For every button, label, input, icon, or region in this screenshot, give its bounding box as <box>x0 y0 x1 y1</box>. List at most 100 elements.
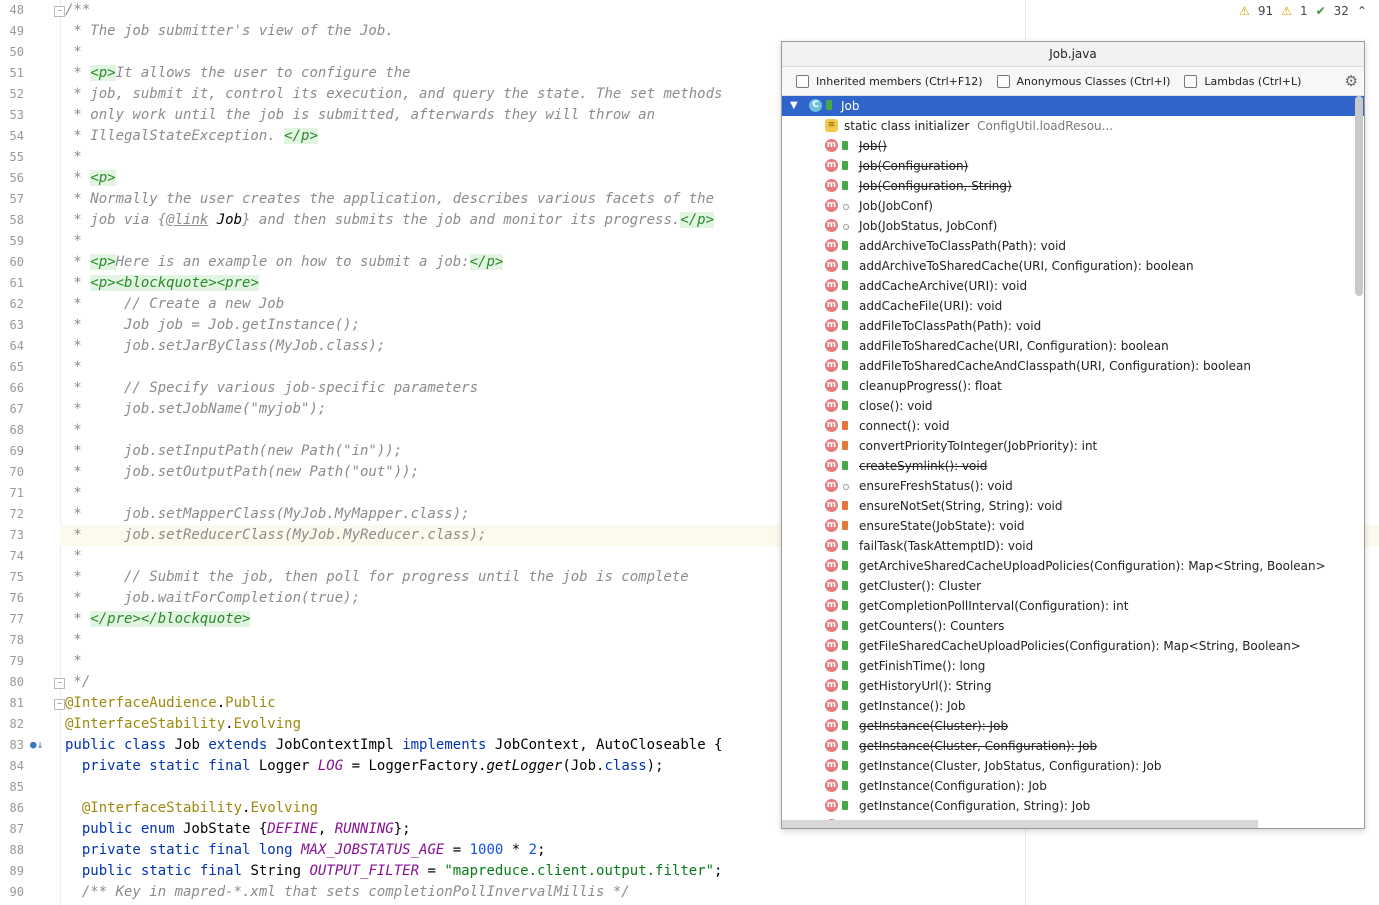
horizontal-scrollbar[interactable] <box>782 820 1258 828</box>
tree-item-method[interactable]: m Job(JobStatus, JobConf) <box>782 216 1364 236</box>
code-line[interactable]: * <box>65 231 81 252</box>
code-line[interactable]: * job.waitForCompletion(true); <box>65 588 360 609</box>
tree-item-method[interactable]: m Job(Configuration) <box>782 156 1364 176</box>
code-line[interactable]: * job.setMapperClass(MyJob.MyMapper.clas… <box>65 504 469 525</box>
tree-item-method[interactable]: m getInstance(Configuration, String): Job <box>782 796 1364 816</box>
tree-item-method[interactable]: m getFinishTime(): long <box>782 656 1364 676</box>
code-line[interactable]: public class Job extends JobContextImpl … <box>65 735 723 756</box>
tree-item-method[interactable]: m addArchiveToSharedCache(URI, Configurat… <box>782 256 1364 276</box>
tree-item-method[interactable]: m Job(Configuration, String) <box>782 176 1364 196</box>
code-line[interactable]: * <box>65 546 81 567</box>
tree-item-method[interactable]: m addFileToClassPath(Path): void <box>782 316 1364 336</box>
lambdas-checkbox[interactable]: Lambdas (Ctrl+L) <box>1184 74 1301 88</box>
tree-item-method[interactable]: m getCounters(): Counters <box>782 616 1364 636</box>
code-line[interactable]: * <box>65 42 81 63</box>
line-number: 53 <box>9 108 24 122</box>
tree-item-method[interactable]: m ensureState(JobState): void <box>782 516 1364 536</box>
code-line[interactable]: public enum JobState {DEFINE, RUNNING}; <box>65 819 411 840</box>
tree-item-method[interactable]: m convertPriorityToInteger(JobPriority): … <box>782 436 1364 456</box>
tree-item-method[interactable]: m getInstance(): Job <box>782 696 1364 716</box>
tree-item-method[interactable]: m ensureNotSet(String, String): void <box>782 496 1364 516</box>
gear-icon[interactable]: ⚙ <box>1345 72 1358 90</box>
code-line[interactable]: * // Specify various job-specific parame… <box>65 378 478 399</box>
fold-marker-icon[interactable]: − <box>54 6 65 17</box>
code-line[interactable]: * job.setJarByClass(MyJob.class); <box>65 336 385 357</box>
tree-item-method[interactable]: m close(): void <box>782 396 1364 416</box>
code-line[interactable]: * job.setReducerClass(MyJob.MyReducer.cl… <box>65 525 486 546</box>
tree-item-method[interactable]: m addCacheFile(URI): void <box>782 296 1364 316</box>
code-line[interactable]: */ <box>65 672 90 693</box>
tree-item-method[interactable]: m ensureFreshStatus(): void <box>782 476 1364 496</box>
tree-root-class[interactable]: ▼ C Job <box>782 96 1364 116</box>
tree-item-method[interactable]: m createSymlink(): void <box>782 456 1364 476</box>
tree-item-method[interactable]: m getCluster(): Cluster <box>782 576 1364 596</box>
chevron-up-icon[interactable]: ⌃ <box>1357 4 1367 18</box>
tree-item-method[interactable]: m failTask(TaskAttemptID): void <box>782 536 1364 556</box>
code-line[interactable]: @InterfaceStability.Evolving <box>65 798 318 819</box>
public-visibility-icon <box>842 661 848 670</box>
tree-item-method[interactable]: m getFileSharedCacheUploadPolicies(Config… <box>782 636 1364 656</box>
tree-item-method[interactable]: m cleanupProgress(): float <box>782 376 1364 396</box>
code-line[interactable]: * job, submit it, control its execution,… <box>65 84 722 105</box>
method-icon: m <box>825 539 838 552</box>
tree-item-method[interactable]: m addCacheArchive(URI): void <box>782 276 1364 296</box>
tree-item-method[interactable]: m getInstance(Cluster, JobStatus, Configu… <box>782 756 1364 776</box>
tree-item-method[interactable]: m connect(): void <box>782 416 1364 436</box>
code-line[interactable]: * <box>65 630 81 651</box>
structure-tree[interactable]: ▼ C Job ≡ static class initializer Confi… <box>782 96 1364 828</box>
code-line[interactable]: * IllegalStateException. </p> <box>65 126 318 147</box>
code-line[interactable]: * <p>Here is an example on how to submit… <box>65 252 504 273</box>
code-line[interactable]: @InterfaceAudience.Public <box>65 693 276 714</box>
code-line[interactable]: * job.setJobName("myjob"); <box>65 399 326 420</box>
tree-item-method[interactable]: m getArchiveSharedCacheUploadPolicies(Con… <box>782 556 1364 576</box>
code-line[interactable]: * only work until the job is submitted, … <box>65 105 655 126</box>
tree-item-method[interactable]: m Job() <box>782 136 1364 156</box>
code-line[interactable]: * <p>It allows the user to configure the <box>65 63 411 84</box>
chevron-down-icon[interactable]: ▼ <box>790 96 798 116</box>
code-line[interactable]: * // Submit the job, then poll for progr… <box>65 567 688 588</box>
code-line[interactable]: /** <box>65 0 90 21</box>
tree-item-method[interactable]: m addFileToSharedCacheAndClasspath(URI, C… <box>782 356 1364 376</box>
tree-item-initializer[interactable]: ≡ static class initializer ConfigUtil.lo… <box>782 116 1364 136</box>
code-line[interactable]: * <box>65 420 81 441</box>
code-line[interactable]: public static final String OUTPUT_FILTER… <box>65 861 723 882</box>
tree-item-method[interactable]: m getHistoryUrl(): String <box>782 676 1364 696</box>
inherited-members-checkbox[interactable]: Inherited members (Ctrl+F12) <box>796 74 983 88</box>
code-line[interactable]: * The job submitter's view of the Job. <box>65 21 393 42</box>
checkbox-box[interactable] <box>1184 74 1198 88</box>
code-line[interactable]: * <box>65 483 81 504</box>
code-line[interactable]: * </pre></blockquote> <box>65 609 251 630</box>
code-line[interactable]: * <box>65 651 81 672</box>
code-line[interactable]: * <p><blockquote><pre> <box>65 273 259 294</box>
tree-item-method[interactable]: m addArchiveToClassPath(Path): void <box>782 236 1364 256</box>
inspection-widget[interactable]: ⚠ 91 ⚠ 1 ✔ 32 ⌃ <box>1239 4 1367 18</box>
code-line[interactable]: /** Key in mapred-*.xml that sets comple… <box>65 882 630 903</box>
fold-marker-icon[interactable]: − <box>54 678 65 689</box>
code-line[interactable]: * job via {@link Job} and then submits t… <box>65 210 715 231</box>
file-structure-popup[interactable]: Job.java Inherited members (Ctrl+F12) An… <box>781 41 1365 829</box>
tree-item-method[interactable]: m getInstance(Cluster, Configuration): Jo… <box>782 736 1364 756</box>
code-line[interactable]: @InterfaceStability.Evolving <box>65 714 301 735</box>
code-line[interactable]: * <box>65 147 81 168</box>
code-line[interactable]: * Job job = Job.getInstance(); <box>65 315 360 336</box>
tree-item-method[interactable]: m Job(JobConf) <box>782 196 1364 216</box>
code-line[interactable]: * // Create a new Job <box>65 294 284 315</box>
code-line[interactable]: private static final Logger LOG = Logger… <box>65 756 664 777</box>
popup-title: Job.java <box>782 42 1364 67</box>
anonymous-classes-checkbox[interactable]: Anonymous Classes (Ctrl+I) <box>996 74 1170 88</box>
code-line[interactable]: * job.setInputPath(new Path("in")); <box>65 441 402 462</box>
implementation-gutter-icon[interactable]: ●↓ <box>30 738 43 751</box>
code-line[interactable]: * Normally the user creates the applicat… <box>65 189 714 210</box>
tree-item-method[interactable]: m getInstance(Cluster): Job <box>782 716 1364 736</box>
code-line[interactable]: * job.setOutputPath(new Path("out")); <box>65 462 419 483</box>
code-line[interactable]: private static final long MAX_JOBSTATUS_… <box>65 840 546 861</box>
tree-item-method[interactable]: m addFileToSharedCache(URI, Configuration… <box>782 336 1364 356</box>
checkbox-box[interactable] <box>996 74 1010 88</box>
checkbox-box[interactable] <box>796 74 809 88</box>
code-line[interactable]: * <p> <box>65 168 116 189</box>
fold-marker-icon[interactable]: − <box>54 699 65 710</box>
tree-item-method[interactable]: m getInstance(Configuration): Job <box>782 776 1364 796</box>
tree-item-method[interactable]: m getCompletionPollInterval(Configuration… <box>782 596 1364 616</box>
code-line[interactable]: * <box>65 357 81 378</box>
vertical-scrollbar[interactable] <box>1355 96 1363 296</box>
